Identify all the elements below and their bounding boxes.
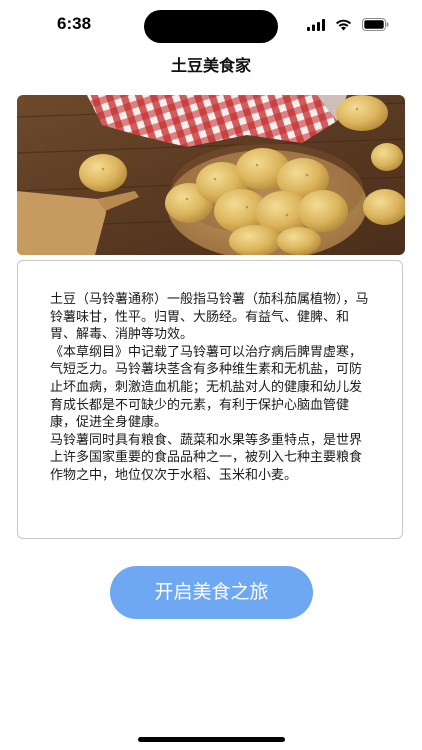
start-journey-button[interactable]: 开启美食之旅 [110,566,313,619]
home-indicator[interactable] [138,737,285,742]
description-text: 土豆（马铃薯通称）一般指马铃薯（茄科茄属植物），马铃薯味甘，性平。归胃、大肠经。… [50,292,369,483]
status-bar: 6:38 [0,0,422,48]
status-icons [307,16,389,35]
wifi-icon [335,16,352,35]
signal-icon [307,16,325,35]
status-time: 6:38 [57,14,92,33]
page-title: 土豆美食家 [170,56,251,75]
description-card: 土豆（马铃薯通称）一般指马铃薯（茄科茄属植物），马铃薯味甘，性平。归胃、大肠经。… [17,260,403,539]
potato-basket-image [17,95,405,255]
battery-icon [362,16,389,35]
dynamic-island [144,10,278,43]
